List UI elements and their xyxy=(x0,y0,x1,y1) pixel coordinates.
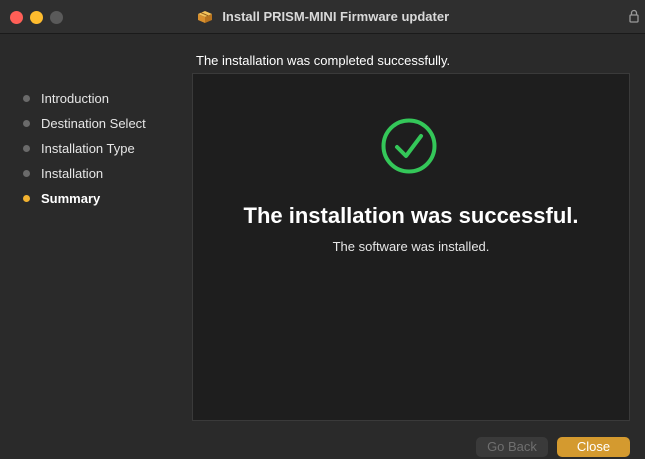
checkmark-circle-icon xyxy=(380,117,438,175)
active-step-dot-icon xyxy=(23,195,30,202)
sidebar-step-destination-select: Destination Select xyxy=(0,115,185,140)
close-button[interactable]: Close xyxy=(557,437,630,457)
step-label: Summary xyxy=(41,191,101,206)
step-label: Installation xyxy=(41,166,104,181)
title-bar[interactable]: Install PRISM-MINI Firmware updater xyxy=(0,0,645,34)
success-subtitle: The software was installed. xyxy=(332,239,490,254)
step-label: Introduction xyxy=(41,91,109,106)
summary-panel: The installation was successful. The sof… xyxy=(192,73,630,421)
step-dot-icon xyxy=(23,145,30,152)
step-dot-icon xyxy=(23,170,30,177)
package-icon xyxy=(196,10,214,24)
step-dot-icon xyxy=(23,95,30,102)
sidebar-step-installation-type: Installation Type xyxy=(0,140,185,165)
sidebar-step-introduction: Introduction xyxy=(0,90,185,115)
success-title: The installation was successful. xyxy=(243,203,579,228)
go-back-button[interactable]: Go Back xyxy=(476,437,548,457)
installer-window: Install PRISM-MINI Firmware updater The … xyxy=(0,0,645,459)
status-header: The installation was completed successfu… xyxy=(196,53,451,68)
window-title: Install PRISM-MINI Firmware updater xyxy=(222,9,450,25)
step-label: Installation Type xyxy=(41,141,135,156)
step-dot-icon xyxy=(23,120,30,127)
step-label: Destination Select xyxy=(41,116,146,131)
steps-sidebar: Introduction Destination Select Installa… xyxy=(0,90,185,215)
sidebar-step-installation: Installation xyxy=(0,165,185,190)
window-title-group: Install PRISM-MINI Firmware updater xyxy=(0,8,645,26)
lock-icon xyxy=(629,9,639,23)
sidebar-step-summary: Summary xyxy=(0,190,185,215)
